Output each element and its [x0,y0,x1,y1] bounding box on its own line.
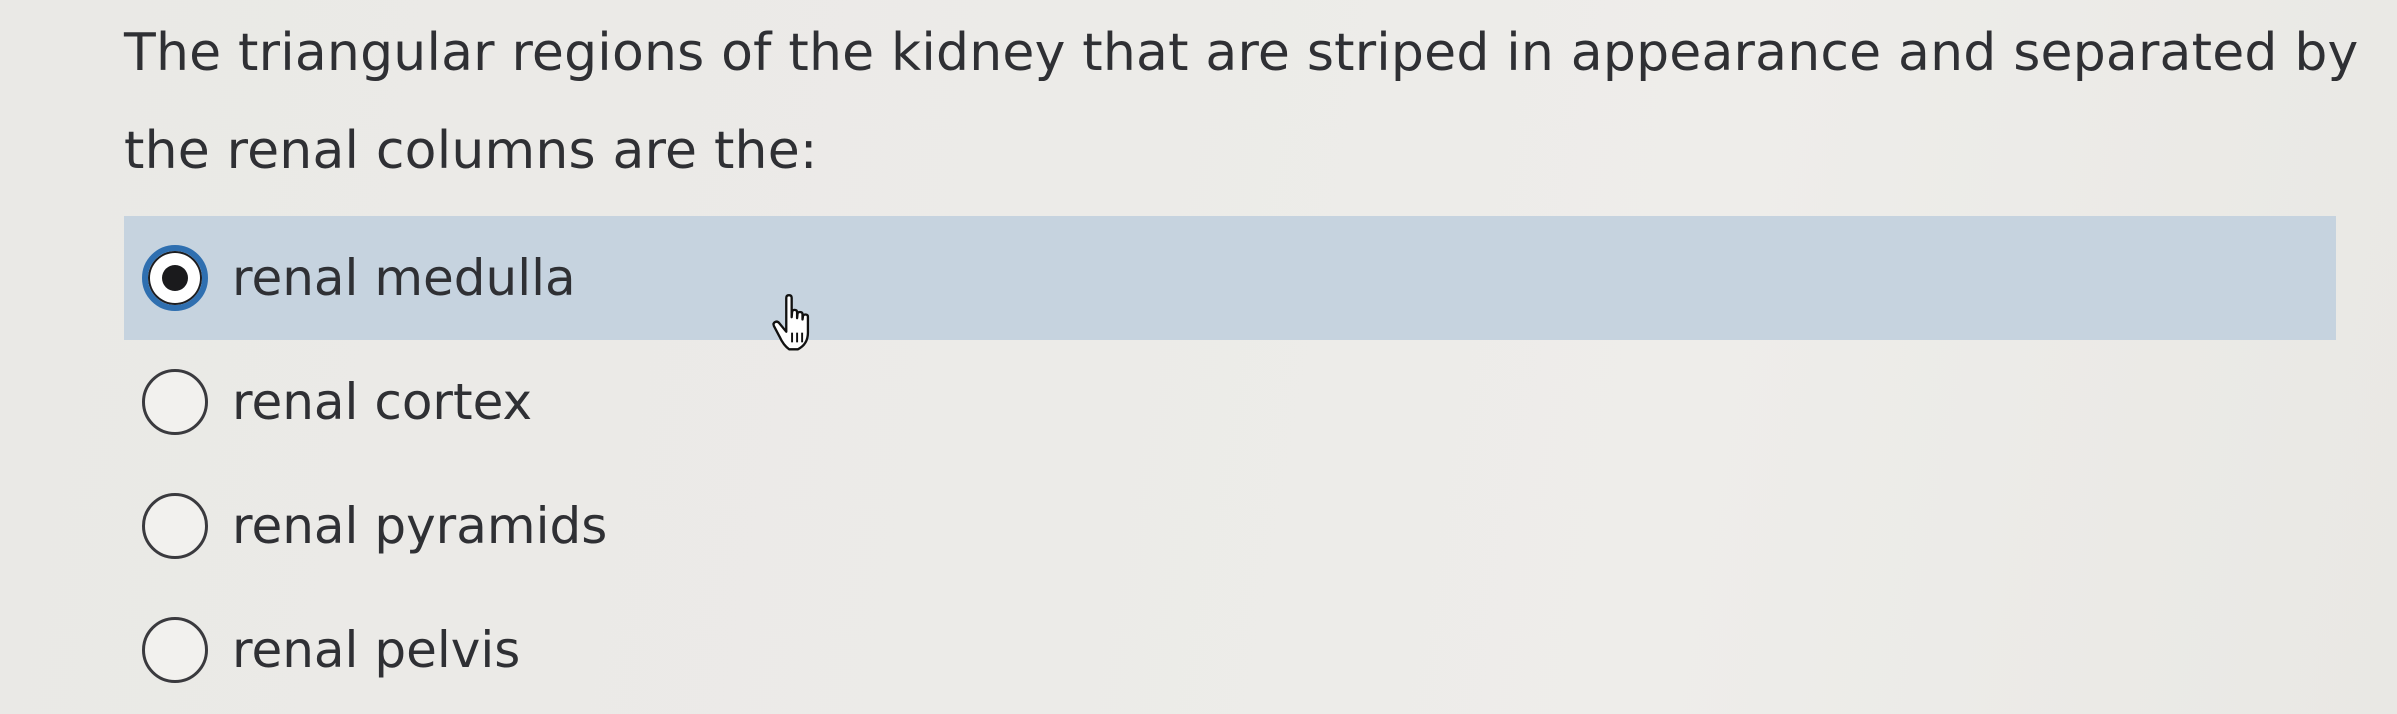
question-text: The triangular regions of the kidney tha… [124,23,2359,181]
radio-button[interactable] [142,369,208,435]
option-renal-pyramids[interactable]: renal pyramids [124,464,2336,588]
hand-pointer-icon [772,294,810,351]
radio-button[interactable] [142,617,208,683]
option-renal-pelvis[interactable]: renal pelvis [124,588,2336,712]
radio-dot-icon [162,265,188,291]
option-renal-medulla[interactable]: renal medulla [124,216,2336,340]
option-label: renal cortex [232,373,533,431]
option-label: renal medulla [232,249,576,307]
answer-options: renal medulla renal cortex renal pyramid… [124,216,2336,712]
option-label: renal pelvis [232,621,521,679]
radio-button-selected[interactable] [142,245,208,311]
option-label: renal pyramids [232,497,608,555]
option-renal-cortex[interactable]: renal cortex [124,340,2336,464]
radio-button[interactable] [142,493,208,559]
